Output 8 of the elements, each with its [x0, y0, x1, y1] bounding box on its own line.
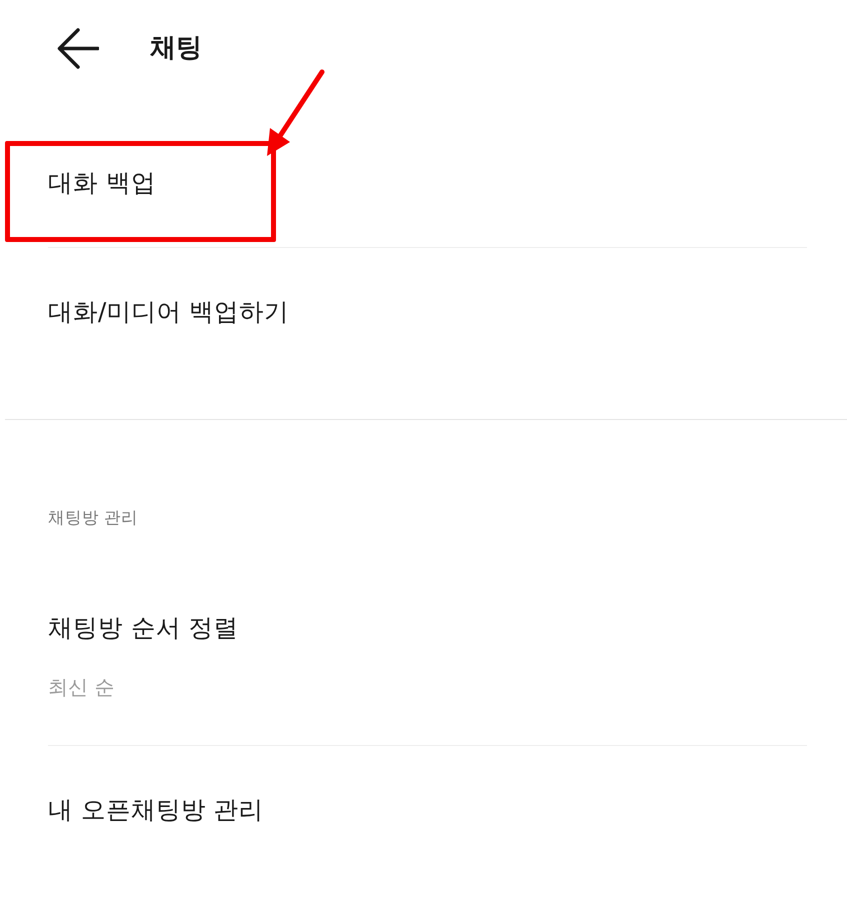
- setting-item[interactable]: 대화/미디어 백업하기: [48, 297, 290, 326]
- back-arrow-icon[interactable]: [57, 28, 99, 68]
- setting-item[interactable]: 대화 백업: [48, 168, 156, 197]
- setting-item[interactable]: 채팅방 순서 정렬: [48, 613, 239, 642]
- section-header: 채팅방 관리: [48, 508, 138, 527]
- setting-item[interactable]: 내 오픈채팅방 관리: [48, 795, 264, 824]
- setting-value: 최신 순: [48, 675, 114, 699]
- page-title: 채팅: [150, 32, 202, 65]
